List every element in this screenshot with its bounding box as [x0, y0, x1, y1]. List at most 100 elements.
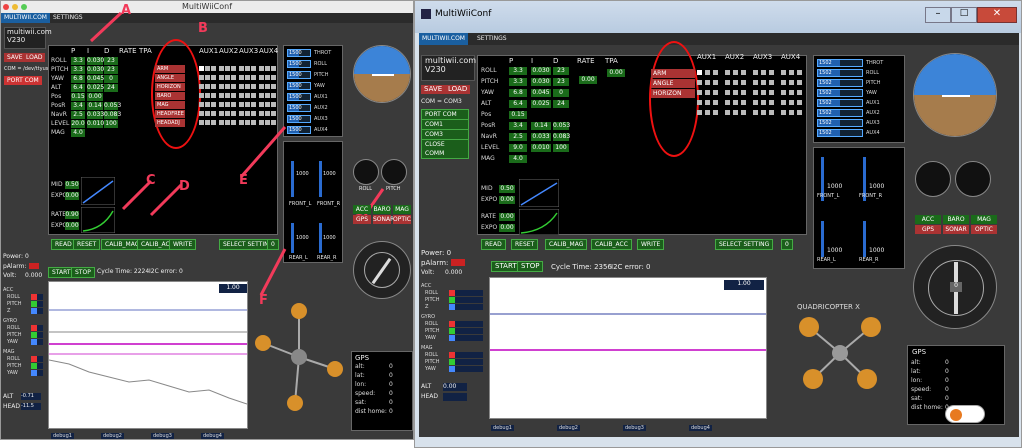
aux-checkbox[interactable] — [697, 100, 702, 105]
aux-checkbox[interactable] — [219, 93, 224, 98]
aux-checkbox[interactable] — [713, 110, 718, 115]
aux-checkbox[interactable] — [753, 70, 758, 75]
load-button[interactable]: LOAD — [445, 85, 471, 94]
aux-checkbox[interactable] — [741, 100, 746, 105]
aux-checkbox[interactable] — [265, 84, 270, 89]
aux-checkbox[interactable] — [753, 100, 758, 105]
aux-checkbox[interactable] — [239, 120, 244, 125]
aux-checkbox[interactable] — [199, 75, 204, 80]
overlay-widget[interactable] — [945, 405, 985, 423]
aux-checkbox[interactable] — [741, 80, 746, 85]
aux-checkbox[interactable] — [271, 75, 276, 80]
pid-p-field[interactable]: 20.0 — [71, 120, 85, 128]
aux-checkbox[interactable] — [725, 90, 730, 95]
aux-checkbox[interactable] — [239, 84, 244, 89]
aux-checkbox[interactable] — [705, 80, 710, 85]
aux-checkbox[interactable] — [219, 120, 224, 125]
aux-checkbox[interactable] — [245, 111, 250, 116]
aux-checkbox[interactable] — [769, 70, 774, 75]
aux-checkbox[interactable] — [251, 93, 256, 98]
aux-checkbox[interactable] — [797, 110, 802, 115]
aux-checkbox[interactable] — [251, 66, 256, 71]
pid-i-field[interactable]: 0.00 — [87, 93, 103, 101]
aux-checkbox[interactable] — [713, 90, 718, 95]
pid-i-field[interactable]: 0.025 — [87, 84, 104, 92]
aux-checkbox[interactable] — [713, 100, 718, 105]
pid-p-field[interactable]: 3.3 — [509, 67, 527, 75]
aux-checkbox[interactable] — [259, 102, 264, 107]
pid-d-field[interactable]: 24 — [104, 84, 118, 92]
aux-checkbox[interactable] — [271, 93, 276, 98]
aux-checkbox[interactable] — [219, 84, 224, 89]
aux-checkbox[interactable] — [245, 84, 250, 89]
calib-acc-button[interactable]: CALIB_ACC — [591, 239, 632, 250]
select-setting-button[interactable]: SELECT SETTING — [715, 239, 774, 250]
aux-checkbox[interactable] — [769, 110, 774, 115]
aux-checkbox[interactable] — [259, 111, 264, 116]
pid-p-field[interactable]: 3.3 — [71, 57, 85, 65]
load-button[interactable]: LOAD — [23, 53, 46, 62]
pid-p-field[interactable]: 4.0 — [71, 129, 85, 137]
pid-d-field[interactable]: 0 — [553, 89, 569, 97]
tpa-value[interactable]: 0.00 — [607, 69, 625, 77]
aux-checkbox[interactable] — [789, 110, 794, 115]
pid-d-field[interactable]: 23 — [104, 66, 118, 74]
rate-value[interactable]: 0.00 — [579, 76, 597, 84]
aux-checkbox[interactable] — [259, 84, 264, 89]
aux-checkbox[interactable] — [239, 75, 244, 80]
aux-checkbox[interactable] — [265, 75, 270, 80]
aux-checkbox[interactable] — [797, 100, 802, 105]
read-button[interactable]: READ — [481, 239, 506, 250]
pid-d-field[interactable]: 0.083 — [104, 111, 121, 119]
aux-checkbox[interactable] — [697, 110, 702, 115]
write-button[interactable]: WRITE — [637, 239, 665, 250]
aux-checkbox[interactable] — [705, 110, 710, 115]
aux-checkbox[interactable] — [265, 102, 270, 107]
aux-checkbox[interactable] — [231, 66, 236, 71]
aux-checkbox[interactable] — [789, 80, 794, 85]
aux-checkbox[interactable] — [251, 111, 256, 116]
pid-d-field[interactable]: 0.053 — [104, 102, 121, 110]
minimize-button[interactable]: – — [925, 7, 951, 23]
aux-checkbox[interactable] — [741, 90, 746, 95]
aux-checkbox[interactable] — [205, 102, 210, 107]
pid-i-field[interactable]: 0.030 — [87, 66, 104, 74]
aux-checkbox[interactable] — [211, 66, 216, 71]
aux-checkbox[interactable] — [225, 84, 230, 89]
palarm-slider[interactable] — [29, 263, 39, 269]
aux-checkbox[interactable] — [697, 70, 702, 75]
pid-i-field[interactable]: 0.010 — [87, 120, 104, 128]
pid-i-field[interactable]: 0.14 — [87, 102, 103, 110]
aux-checkbox[interactable] — [797, 80, 802, 85]
pid-p-field[interactable]: 3.3 — [71, 66, 85, 74]
aux-checkbox[interactable] — [769, 90, 774, 95]
aux-checkbox[interactable] — [753, 90, 758, 95]
aux-checkbox[interactable] — [733, 90, 738, 95]
aux-checkbox[interactable] — [245, 75, 250, 80]
pid-d-field[interactable]: 0.083 — [553, 133, 570, 141]
maximize-button[interactable]: □ — [951, 7, 977, 23]
pid-i-field[interactable]: 0.030 — [531, 78, 551, 86]
aux-checkbox[interactable] — [239, 111, 244, 116]
aux-checkbox[interactable] — [781, 110, 786, 115]
aux-checkbox[interactable] — [225, 111, 230, 116]
aux-checkbox[interactable] — [259, 75, 264, 80]
pid-d-field[interactable]: 0 — [104, 75, 118, 83]
aux-checkbox[interactable] — [797, 70, 802, 75]
aux-checkbox[interactable] — [697, 90, 702, 95]
tab-settings[interactable]: SETTINGS — [477, 33, 507, 45]
aux-checkbox[interactable] — [245, 93, 250, 98]
aux-checkbox[interactable] — [705, 100, 710, 105]
mid-value[interactable]: 0.50 — [499, 185, 515, 193]
aux-checkbox[interactable] — [781, 100, 786, 105]
aux-checkbox[interactable] — [231, 84, 236, 89]
aux-checkbox[interactable] — [205, 84, 210, 89]
aux-checkbox[interactable] — [713, 70, 718, 75]
pid-p-field[interactable]: 0.15 — [71, 93, 85, 101]
aux-checkbox[interactable] — [205, 93, 210, 98]
pid-p-field[interactable]: 6.4 — [71, 84, 85, 92]
aux-checkbox[interactable] — [259, 120, 264, 125]
aux-checkbox[interactable] — [733, 100, 738, 105]
aux-checkbox[interactable] — [259, 66, 264, 71]
aux-checkbox[interactable] — [219, 111, 224, 116]
